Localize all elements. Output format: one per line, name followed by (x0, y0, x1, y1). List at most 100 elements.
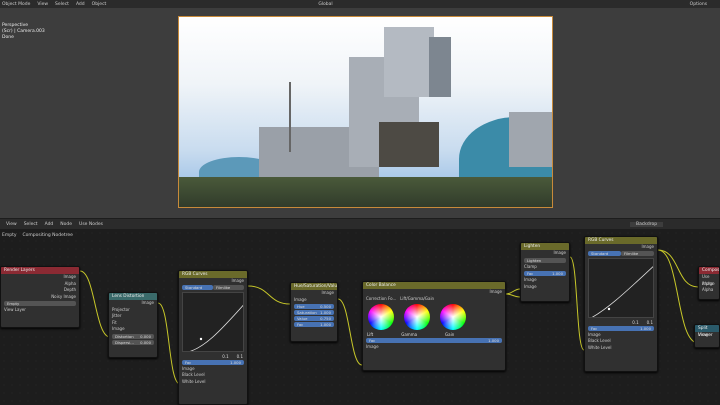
output-image: Image (231, 278, 244, 283)
fac-field[interactable]: Fac 1.000 (294, 322, 334, 327)
menu-select[interactable]: Select (55, 2, 69, 7)
standard-tab[interactable]: Standard (182, 284, 213, 290)
node-title: Split Viewer (695, 325, 719, 338)
breadcrumb-scene[interactable]: Empty (2, 233, 17, 238)
input-image: Image (698, 332, 711, 337)
header-bar: Object Mode View Select Add Object Globa… (0, 0, 720, 8)
saturation-field[interactable]: Saturation 1.000 (294, 310, 334, 315)
lift-color-wheel[interactable] (368, 304, 394, 330)
fac-field[interactable]: Fac 1.000 (524, 271, 566, 276)
hue-field[interactable]: Hue 0.500 (294, 304, 334, 309)
menu-object[interactable]: Object (92, 2, 107, 7)
node-hue-saturation-value[interactable]: Hue/Saturation/Value Image Image Hue 0.50… (290, 282, 338, 342)
filmlike-tab[interactable]: Filmlike (621, 250, 654, 256)
transform-orientation[interactable]: Global (318, 2, 332, 7)
value-field[interactable]: Value 0.750 (294, 316, 334, 321)
point-y[interactable]: 0.1 (237, 354, 243, 359)
scene-field[interactable]: Empty (4, 301, 76, 306)
node-lens-distortion[interactable]: Lens Distortion Image Projector Jitter F… (108, 292, 158, 358)
node-render-layers[interactable]: Render Layers Image Alpha Depth Noisy Im… (0, 266, 80, 328)
node-split-viewer[interactable]: Split Viewer Image (694, 324, 720, 348)
gamma-label: Gamma (401, 332, 418, 337)
node-lighten[interactable]: Lighten Image Lighten Clamp Fac 1.000 Ima… (520, 242, 570, 302)
input-alpha: Alpha (702, 287, 714, 292)
field-label: Hue (297, 304, 305, 309)
mode-value: Lift/Gamma/Gain (400, 295, 435, 301)
field-label: Fac (185, 359, 192, 365)
field-label: Fac (369, 338, 376, 343)
node-title: Color Balance (363, 282, 505, 289)
field-value: 1.000 (320, 322, 331, 327)
fac-field[interactable]: Fac 1.000 (182, 359, 244, 365)
field-value: 0.000 (140, 339, 151, 345)
node-editor-header: View Select Add Node Use Nodes Backdrop (0, 219, 720, 229)
mode-selector[interactable]: Object Mode (2, 2, 30, 7)
point-x[interactable]: 0.1 (632, 320, 638, 325)
node-menu-add[interactable]: Add (45, 222, 54, 227)
correction-formula[interactable]: Correction Fo... Lift/Gamma/Gain (363, 296, 505, 303)
filmlike-tab[interactable]: Filmlike (213, 284, 244, 290)
fac-field[interactable]: Fac 1.000 (588, 325, 654, 331)
node-menu-node[interactable]: Node (60, 222, 72, 227)
input-image: Image (112, 326, 125, 331)
field-value: 1.000 (488, 338, 499, 343)
lift-label: Lift (367, 332, 374, 337)
gain-color-wheel[interactable] (440, 304, 466, 330)
use-nodes-checkbox[interactable]: Use Nodes (79, 222, 103, 227)
field-value: 1.000 (552, 271, 563, 276)
node-title: Lens Distortion (109, 293, 157, 300)
field-value: 1.000 (320, 310, 331, 315)
node-title: Render Layers (1, 267, 79, 274)
field-value: 0.750 (320, 316, 331, 321)
output-image: Image (641, 244, 654, 249)
gain-label: Gain (445, 332, 455, 337)
field-value: 0.500 (320, 304, 331, 309)
node-rgb-curves-1[interactable]: RGB Curves Image Standard Filmlike 0.1 0… (178, 270, 248, 405)
standard-tab[interactable]: Standard (588, 250, 621, 256)
curve-widget[interactable] (588, 257, 654, 318)
field-value: 0.000 (140, 333, 151, 339)
menu-view[interactable]: View (37, 2, 48, 7)
node-title: Lighten (521, 243, 569, 250)
breadcrumb-tree[interactable]: Compositing Nodetree (23, 233, 73, 238)
curve-widget[interactable] (182, 291, 244, 352)
camera-render-image (178, 16, 553, 208)
fac-field[interactable]: Fac 1.000 (366, 338, 502, 343)
output-noisy-image: Noisy Image (51, 293, 76, 299)
input-image-2: Image (524, 283, 537, 289)
camera-label: (Scr) | Camera.003 (2, 29, 45, 34)
point-y[interactable]: 0.1 (647, 320, 653, 325)
output-image: Image (553, 250, 566, 255)
node-menu-view[interactable]: View (6, 222, 17, 227)
backdrop-button[interactable]: Backdrop (629, 221, 664, 227)
input-white-level: White Level (588, 344, 612, 350)
dispersion-field[interactable]: Dispersi... 0.000 (112, 339, 154, 345)
point-x[interactable]: 0.1 (222, 354, 228, 359)
input-image: Image (366, 344, 379, 349)
clamp-checkbox[interactable]: Clamp (521, 264, 569, 271)
node-title: Hue/Saturation/Value (291, 283, 337, 290)
node-color-balance[interactable]: Color Balance Image Correction Fo... Lif… (362, 281, 506, 371)
blend-mode-select[interactable]: Lighten (524, 257, 566, 263)
node-composite[interactable]: Composite Use Alpha Image Alpha (698, 266, 720, 300)
field-label: Correction Fo... (366, 295, 397, 301)
options-button[interactable]: Options (690, 2, 707, 7)
distortion-field[interactable]: Distortion 0.000 (112, 333, 154, 339)
field-label: Dispersi... (115, 339, 134, 345)
gamma-color-wheel[interactable] (404, 304, 430, 330)
status-label: Done (2, 35, 14, 40)
input-image: Image (294, 296, 307, 302)
node-rgb-curves-2[interactable]: RGB Curves Image Standard Filmlike 0.1 0… (584, 236, 658, 372)
breadcrumb: Empty Compositing Nodetree (2, 233, 73, 238)
layer-field[interactable]: View Layer (1, 307, 79, 314)
node-menu-select[interactable]: Select (24, 222, 38, 227)
menu-add[interactable]: Add (76, 2, 85, 7)
node-title: RGB Curves (585, 237, 657, 244)
field-value: 1.000 (230, 359, 241, 365)
field-label: Saturation (297, 310, 317, 315)
field-value: 1.000 (640, 325, 651, 331)
node-title: Composite (699, 267, 719, 274)
view-label: Perspective (2, 23, 29, 28)
node-title: RGB Curves (179, 271, 247, 278)
field-label: Fac (297, 322, 304, 327)
